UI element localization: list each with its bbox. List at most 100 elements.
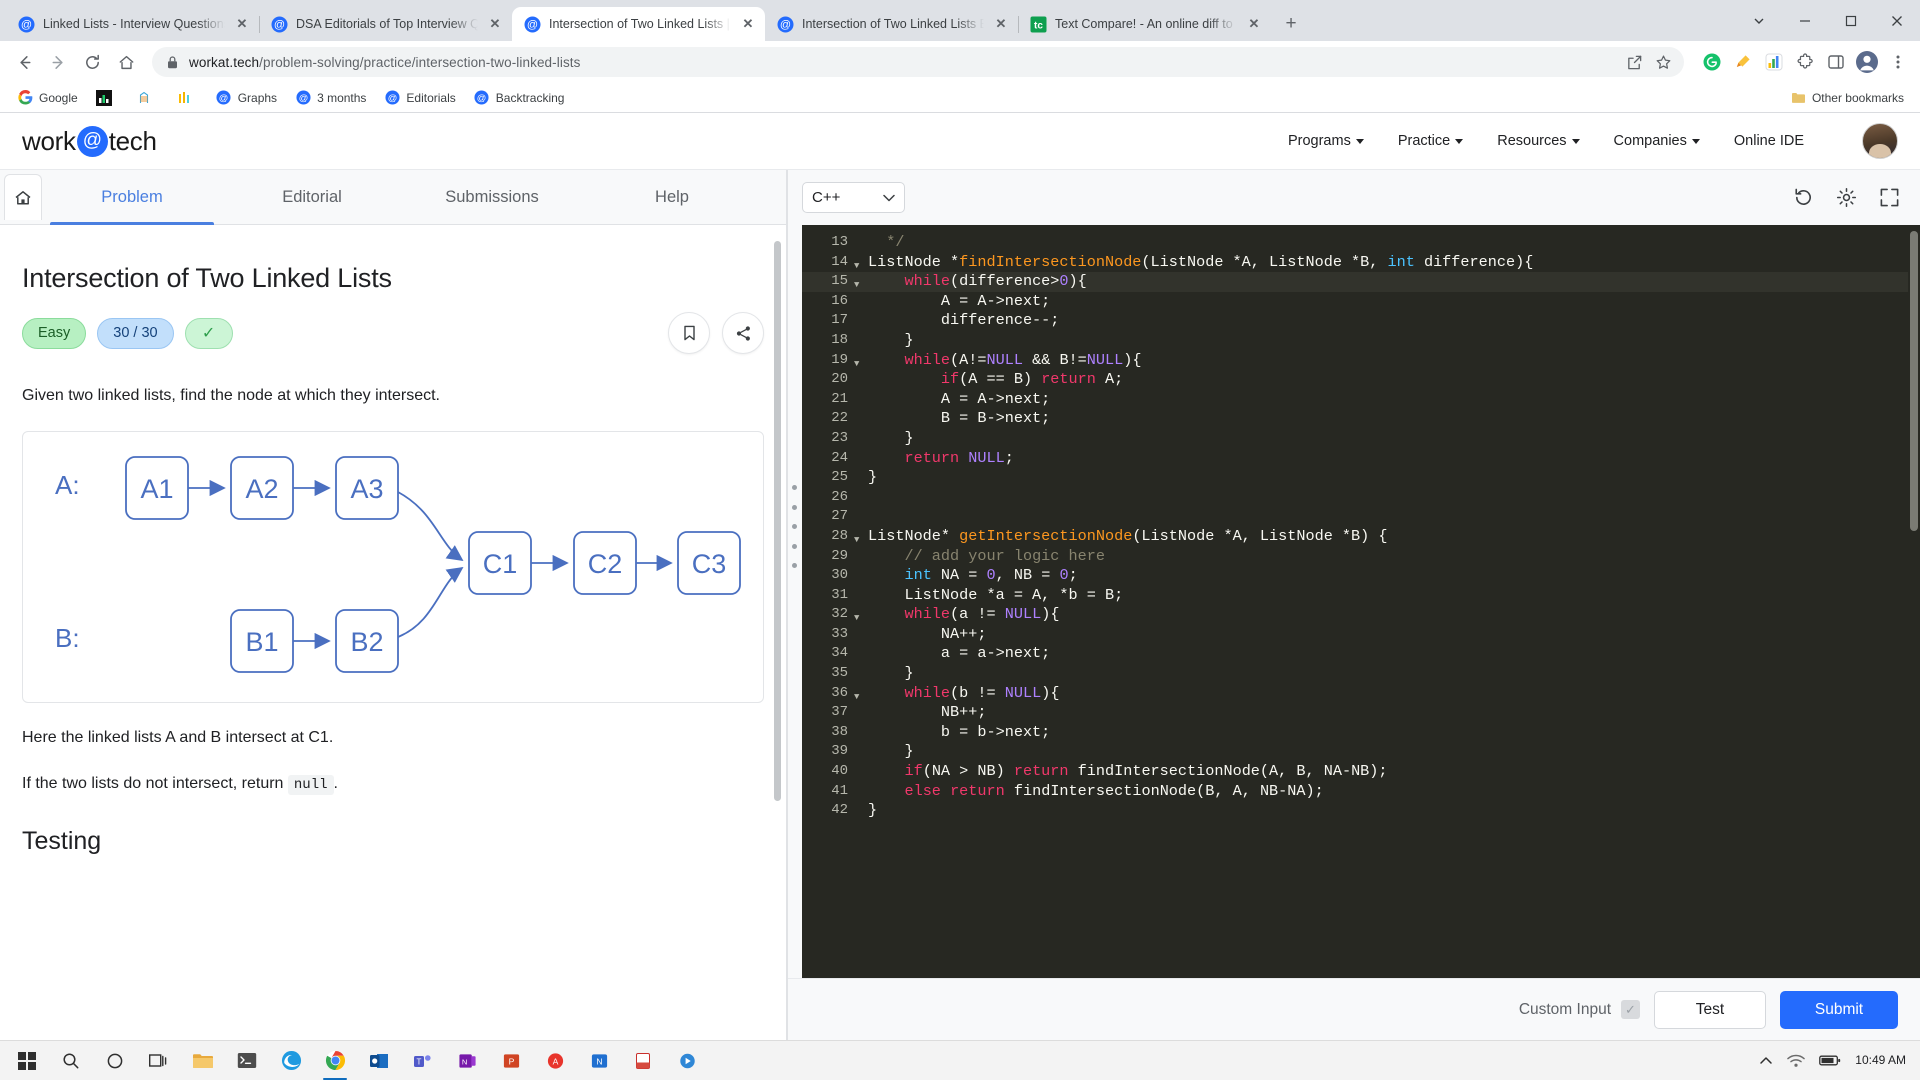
bookmark-3[interactable] xyxy=(129,87,165,109)
share-icon[interactable] xyxy=(1626,54,1643,71)
custom-input-toggle[interactable]: Custom Input ✓ xyxy=(1519,1000,1640,1019)
close-icon[interactable]: ✕ xyxy=(992,15,1010,33)
code-line[interactable]: 33 NA++; xyxy=(802,625,1908,645)
code-line[interactable]: 22 B = B->next; xyxy=(802,409,1908,429)
nav-practice[interactable]: Practice xyxy=(1398,133,1464,149)
close-icon[interactable]: ✕ xyxy=(486,15,504,33)
nav-programs[interactable]: Programs xyxy=(1288,133,1364,149)
code-line[interactable]: 25} xyxy=(802,468,1908,488)
code-line[interactable]: 24 return NULL; xyxy=(802,449,1908,469)
cortana-icon[interactable] xyxy=(94,1041,136,1080)
code-line[interactable]: 29 // add your logic here xyxy=(802,547,1908,567)
notion-icon[interactable]: N xyxy=(578,1041,620,1080)
browser-tab-1[interactable]: @ Linked Lists - Interview Questions ✕ xyxy=(6,7,260,41)
code-line[interactable]: 19 ▼ while(A!=NULL && B!=NULL){ xyxy=(802,351,1908,371)
code-line[interactable]: 30 int NA = 0, NB = 0; xyxy=(802,566,1908,586)
code-line[interactable]: 34 a = a->next; xyxy=(802,644,1908,664)
code-line[interactable]: 26 xyxy=(802,488,1908,508)
search-icon[interactable] xyxy=(50,1041,92,1080)
code-line[interactable]: 31 ListNode *a = A, *b = B; xyxy=(802,586,1908,606)
edge-icon[interactable] xyxy=(270,1041,312,1080)
gear-icon[interactable] xyxy=(1836,187,1857,208)
code-line[interactable]: 18 } xyxy=(802,331,1908,351)
browser-tab-4[interactable]: @ Intersection of Two Linked Lists E ✕ xyxy=(765,7,1019,41)
nav-resources[interactable]: Resources xyxy=(1497,133,1580,149)
bookmark-star-icon[interactable] xyxy=(1655,54,1672,71)
taskview-icon[interactable] xyxy=(138,1041,180,1080)
close-window-button[interactable] xyxy=(1874,0,1920,41)
address-bar[interactable]: workat.tech/problem-solving/practice/int… xyxy=(152,47,1684,77)
code-line[interactable]: 35 } xyxy=(802,664,1908,684)
outlook-icon[interactable] xyxy=(358,1041,400,1080)
bookmark-graphs[interactable]: @ Graphs xyxy=(209,87,284,109)
acrobat-icon[interactable]: A xyxy=(534,1041,576,1080)
reload-icon[interactable] xyxy=(76,46,108,78)
code-line[interactable]: 36 ▼ while(b != NULL){ xyxy=(802,684,1908,704)
code-editor[interactable]: 13 */14 ▼ ListNode *findIntersectionNode(L… xyxy=(788,225,1920,978)
code-line[interactable]: 32 ▼ while(a != NULL){ xyxy=(802,605,1908,625)
back-icon[interactable] xyxy=(8,46,40,78)
bookmark-3-months[interactable]: @ 3 months xyxy=(288,87,373,109)
bookmark-button[interactable] xyxy=(668,312,710,354)
start-icon[interactable] xyxy=(6,1041,48,1080)
clock[interactable]: 10:49 AM xyxy=(1855,1053,1906,1068)
share-button[interactable] xyxy=(722,312,764,354)
explorer-icon[interactable] xyxy=(182,1041,224,1080)
nav-online-ide[interactable]: Online IDE xyxy=(1734,133,1804,149)
code-lines[interactable]: 13 */14 ▼ ListNode *findIntersectionNode(L… xyxy=(802,225,1908,978)
code-line[interactable]: 23 } xyxy=(802,429,1908,449)
code-line[interactable]: 20 if(A == B) return A; xyxy=(802,370,1908,390)
custom-input-checkbox[interactable]: ✓ xyxy=(1621,1000,1640,1019)
close-icon[interactable]: ✕ xyxy=(1245,15,1263,33)
tab-submissions[interactable]: Submissions xyxy=(402,170,582,224)
terminal-icon[interactable] xyxy=(226,1041,268,1080)
code-line[interactable]: 39 } xyxy=(802,742,1908,762)
submit-button[interactable]: Submit xyxy=(1780,990,1898,1029)
code-line[interactable]: 40 if(NA > NB) return findIntersectionNo… xyxy=(802,762,1908,782)
avatar[interactable] xyxy=(1862,123,1898,159)
colorful-extension-icon[interactable] xyxy=(1760,48,1788,76)
powerpoint-icon[interactable]: P xyxy=(490,1041,532,1080)
chrome-icon[interactable] xyxy=(314,1041,356,1080)
pdf-icon[interactable] xyxy=(622,1041,664,1080)
minimize-button[interactable] xyxy=(1782,0,1828,41)
profile-avatar-icon[interactable] xyxy=(1853,48,1881,76)
tab-editorial[interactable]: Editorial xyxy=(222,170,402,224)
browser-menu-icon[interactable] xyxy=(1884,48,1912,76)
bookmark-backtracking[interactable]: @ Backtracking xyxy=(467,87,572,109)
editor-scrollbar[interactable] xyxy=(1910,231,1918,531)
site-logo[interactable]: work @ tech xyxy=(22,125,157,157)
puzzle-extensions-icon[interactable] xyxy=(1791,48,1819,76)
expand-icon[interactable] xyxy=(1879,187,1900,208)
fold-toggle-icon[interactable]: ▼ xyxy=(854,684,868,704)
grammarly-extension-icon[interactable] xyxy=(1698,48,1726,76)
forward-icon[interactable] xyxy=(42,46,74,78)
onenote-icon[interactable]: N xyxy=(446,1041,488,1080)
chevron-down-icon[interactable] xyxy=(1736,0,1782,41)
teams-icon[interactable]: T xyxy=(402,1041,444,1080)
browser-tab-2[interactable]: @ DSA Editorials of Top Interview Q ✕ xyxy=(259,7,513,41)
nav-companies[interactable]: Companies xyxy=(1614,133,1700,149)
maximize-button[interactable] xyxy=(1828,0,1874,41)
browser-tab-5[interactable]: tc Text Compare! - An online diff to ✕ xyxy=(1018,7,1271,41)
home-button[interactable] xyxy=(4,174,42,220)
code-line[interactable]: 16 A = A->next; xyxy=(802,292,1908,312)
fold-toggle-icon[interactable]: ▼ xyxy=(854,272,868,292)
highlighter-extension-icon[interactable] xyxy=(1729,48,1757,76)
battery-icon[interactable] xyxy=(1819,1054,1841,1067)
bookmark-editorials[interactable]: @ Editorials xyxy=(377,87,462,109)
fold-toggle-icon[interactable]: ▼ xyxy=(854,351,868,371)
media-icon[interactable] xyxy=(666,1041,708,1080)
code-line[interactable]: 15 ▼ while(difference>0){ xyxy=(802,272,1908,292)
code-line[interactable]: 28 ▼ ListNode* getIntersectionNode(ListNod… xyxy=(802,527,1908,547)
fold-toggle-icon[interactable]: ▼ xyxy=(854,253,868,273)
home-icon[interactable] xyxy=(110,46,142,78)
network-icon[interactable] xyxy=(1787,1054,1806,1068)
test-button[interactable]: Test xyxy=(1654,990,1766,1029)
browser-tab-3-active[interactable]: @ Intersection of Two Linked Lists | ✕ xyxy=(512,7,765,41)
code-line[interactable]: 17 difference--; xyxy=(802,311,1908,331)
sidepanel-icon[interactable] xyxy=(1822,48,1850,76)
code-line[interactable]: 14 ▼ ListNode *findIntersectionNode(ListNo… xyxy=(802,253,1908,273)
chevron-up-icon[interactable] xyxy=(1759,1056,1773,1066)
fold-toggle-icon[interactable]: ▼ xyxy=(854,527,868,547)
